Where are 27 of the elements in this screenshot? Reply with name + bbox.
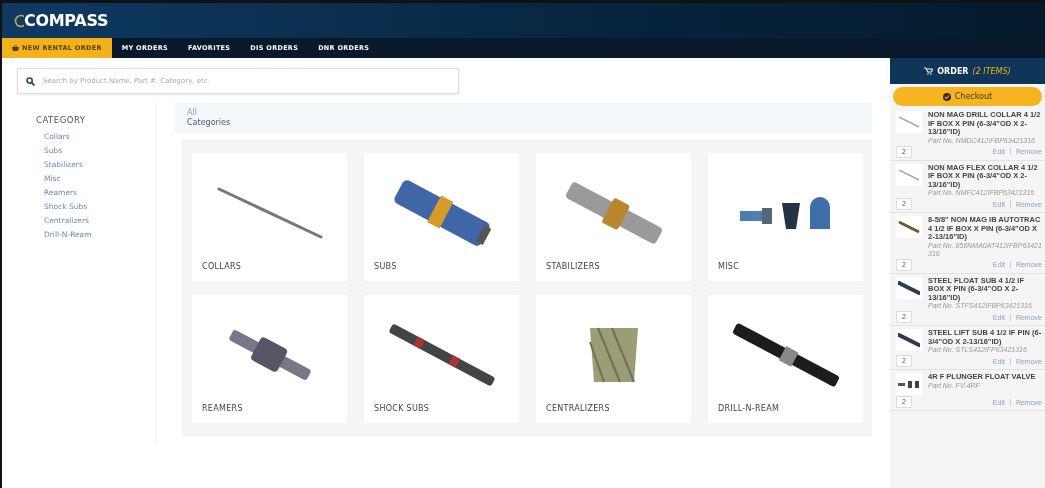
category-card[interactable]: MISC [708, 153, 863, 281]
category-name: SUBS [373, 262, 398, 271]
category-card[interactable]: CENTRALIZERS [536, 295, 691, 423]
category-heading: CATEGORY [36, 115, 87, 125]
checkout-button[interactable]: Checkout [893, 87, 1042, 106]
category-name: COLLARS [201, 262, 243, 271]
item-count: (2 ITEMS) [972, 66, 1011, 76]
basket-icon [12, 45, 19, 51]
logo-text: COMPASS [24, 11, 109, 30]
category-name: MISC [717, 262, 741, 271]
category-name: DRILL-N-REAM [717, 404, 781, 413]
category-name: STABILIZERS [545, 262, 601, 271]
category-name: CENTRALIZERS [545, 404, 611, 413]
category-card[interactable]: REAMERS [192, 295, 347, 423]
cart-icon [924, 67, 934, 75]
order-title: ORDER [937, 66, 969, 76]
category-card[interactable]: SHOCK SUBS [364, 295, 519, 423]
compass-logo-icon [14, 13, 24, 28]
check-circle-icon [942, 92, 951, 101]
category-card[interactable]: DRILL-N-REAM [708, 295, 863, 423]
breadcrumb-link[interactable]: Categories [187, 118, 860, 128]
category-card[interactable]: SUBS [364, 153, 519, 281]
search-icon [26, 76, 35, 86]
category-name: REAMERS [201, 404, 244, 413]
valve-thumbnail-icon [898, 379, 920, 389]
category-card[interactable]: STABILIZERS [536, 153, 691, 281]
category-name: SHOCK SUBS [373, 404, 431, 413]
